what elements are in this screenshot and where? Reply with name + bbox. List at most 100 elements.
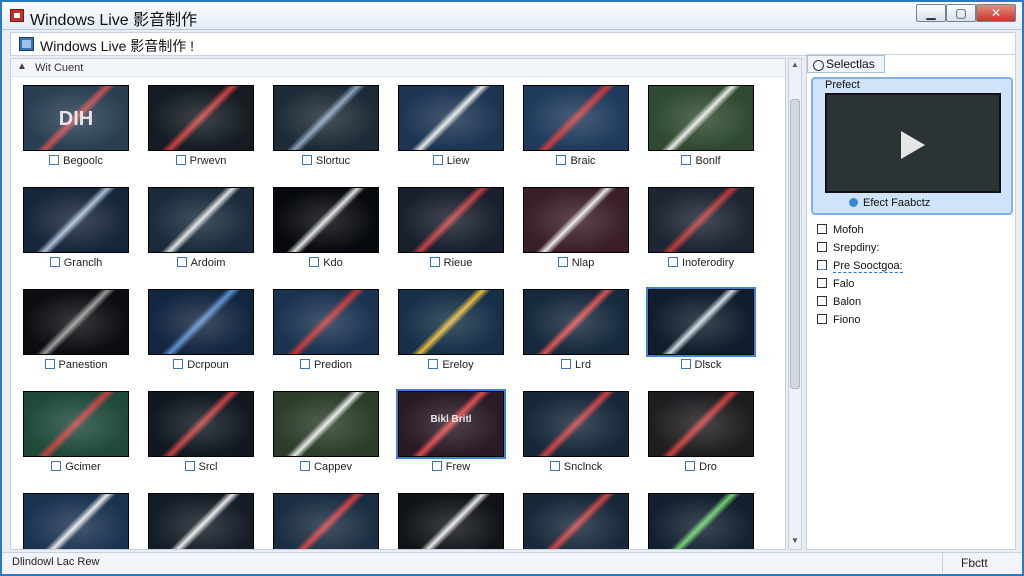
effect-label: Lrd — [521, 359, 631, 375]
effect-thumbnail[interactable] — [148, 85, 254, 151]
effect-label: Panestion — [21, 359, 131, 375]
effect-tile[interactable]: Snclnck — [521, 387, 631, 479]
effect-tile[interactable] — [271, 489, 381, 549]
effect-type-icon — [184, 461, 195, 471]
effect-thumbnail[interactable] — [273, 85, 379, 151]
effect-thumbnail[interactable] — [648, 493, 754, 549]
maximize-button[interactable]: ▢ — [946, 4, 976, 22]
effect-tile[interactable]: Rieue — [396, 183, 506, 275]
effect-thumbnail[interactable] — [273, 391, 379, 457]
effect-label-text: Ereloy — [442, 359, 474, 371]
effect-thumbnail[interactable] — [523, 85, 629, 151]
window-title: Windows Live 影音制作 — [30, 12, 198, 29]
effect-tile[interactable]: Inoferodiry — [646, 183, 756, 275]
effect-tile[interactable] — [146, 489, 256, 549]
effect-thumbnail[interactable]: DIH — [23, 85, 129, 151]
property-item[interactable]: Falo — [817, 275, 1007, 293]
effect-tile[interactable]: Dcrpoun — [146, 285, 256, 377]
effect-tile[interactable]: Ardoim — [146, 183, 256, 275]
effect-thumbnail[interactable] — [523, 187, 629, 253]
effect-thumbnail[interactable] — [398, 493, 504, 549]
property-item[interactable]: Balon — [817, 293, 1007, 311]
effect-thumbnail[interactable] — [398, 289, 504, 355]
effect-label: Cappev — [271, 461, 381, 477]
effect-label-text: Begoolc — [63, 155, 103, 167]
effect-tile[interactable] — [521, 489, 631, 549]
effect-thumbnail[interactable]: Bikl Britl — [396, 389, 506, 459]
effect-thumbnail[interactable] — [23, 187, 129, 253]
effect-thumbnail[interactable] — [148, 289, 254, 355]
effect-tile[interactable] — [396, 489, 506, 549]
effect-label-text: Lrd — [575, 359, 591, 371]
effect-tile[interactable]: Dlsck — [646, 285, 756, 377]
minimize-button[interactable]: ▁ — [916, 4, 946, 22]
effect-tile[interactable]: Cappev — [271, 387, 381, 479]
preview-video[interactable] — [825, 93, 1001, 193]
property-item[interactable]: Fiono — [817, 311, 1007, 329]
effect-thumbnail[interactable] — [646, 287, 756, 357]
effect-tile[interactable]: Lrd — [521, 285, 631, 377]
effect-type-icon — [49, 257, 60, 267]
effect-label-text: Predion — [314, 359, 352, 371]
effect-tile[interactable]: Nlap — [521, 183, 631, 275]
effect-label-text: Dlsck — [694, 359, 722, 371]
scroll-down-icon[interactable]: ▼ — [790, 536, 800, 548]
effect-label-text: Ardoim — [190, 257, 226, 269]
effect-label: Ardoim — [146, 257, 256, 273]
effect-tile[interactable]: Prwevn — [146, 81, 256, 173]
effect-thumbnail[interactable] — [398, 187, 504, 253]
effect-thumbnail[interactable] — [523, 391, 629, 457]
effect-tile[interactable]: Gcimer — [21, 387, 131, 479]
effect-tile[interactable]: Bikl Britl Frew — [396, 387, 506, 479]
effect-thumbnail[interactable] — [648, 187, 754, 253]
effect-thumbnail[interactable] — [523, 289, 629, 355]
effect-tile[interactable]: DIH Begoolc — [21, 81, 131, 173]
effect-tile[interactable]: Granclh — [21, 183, 131, 275]
effect-tile[interactable]: Braic — [521, 81, 631, 173]
effect-type-icon — [428, 359, 439, 369]
effect-thumbnail[interactable] — [273, 493, 379, 549]
property-item[interactable]: Srepdiny: — [817, 239, 1007, 257]
property-item[interactable]: Mofoh — [817, 221, 1007, 239]
close-button[interactable]: ✕ — [976, 4, 1016, 22]
effect-tile[interactable]: Slortuc — [271, 81, 381, 173]
scroll-up-icon[interactable]: ▲ — [790, 60, 800, 72]
effect-thumbnail[interactable] — [23, 391, 129, 457]
effect-tile[interactable]: Bonlf — [646, 81, 756, 173]
effect-tile[interactable] — [646, 489, 756, 549]
effect-tile[interactable]: Srcl — [146, 387, 256, 479]
gallery-header[interactable]: ▲ Wit Cuent — [11, 59, 785, 77]
effect-thumbnail[interactable] — [23, 493, 129, 549]
effect-tile[interactable]: Liew — [396, 81, 506, 173]
property-item[interactable]: Pre Sooctgoa: — [817, 257, 1007, 275]
effect-thumbnail[interactable] — [148, 493, 254, 549]
effect-tile[interactable]: Predion — [271, 285, 381, 377]
effect-thumbnail[interactable] — [273, 187, 379, 253]
property-icon — [817, 260, 827, 270]
status-right-button[interactable]: Fbctt — [942, 553, 1012, 573]
effect-type-icon — [681, 155, 692, 165]
tab-selections[interactable]: Selectlas — [807, 55, 885, 73]
collapse-arrow-icon[interactable]: ▲ — [17, 61, 27, 72]
effect-thumbnail[interactable] — [148, 391, 254, 457]
effect-tile[interactable] — [21, 489, 131, 549]
effect-tile[interactable]: Dro — [646, 387, 756, 479]
play-icon[interactable] — [901, 131, 925, 159]
effect-thumbnail[interactable] — [23, 289, 129, 355]
vertical-scrollbar[interactable]: ▲ ▼ — [788, 58, 802, 550]
effect-label: Srcl — [146, 461, 256, 477]
effect-thumbnail[interactable] — [648, 85, 754, 151]
effect-tile[interactable]: Ereloy — [396, 285, 506, 377]
effect-tile[interactable]: Kdo — [271, 183, 381, 275]
effect-thumbnail[interactable] — [398, 85, 504, 151]
effect-thumbnail[interactable] — [148, 187, 254, 253]
effect-thumbnail[interactable] — [648, 391, 754, 457]
effect-type-icon — [680, 359, 691, 369]
effect-tile[interactable]: Panestion — [21, 285, 131, 377]
effect-label: Rieue — [396, 257, 506, 273]
effect-label-text: Panestion — [58, 359, 108, 371]
scrollbar-thumb[interactable] — [790, 99, 800, 389]
effect-label-text: Snclnck — [563, 461, 603, 473]
effect-thumbnail[interactable] — [523, 493, 629, 549]
effect-thumbnail[interactable] — [273, 289, 379, 355]
